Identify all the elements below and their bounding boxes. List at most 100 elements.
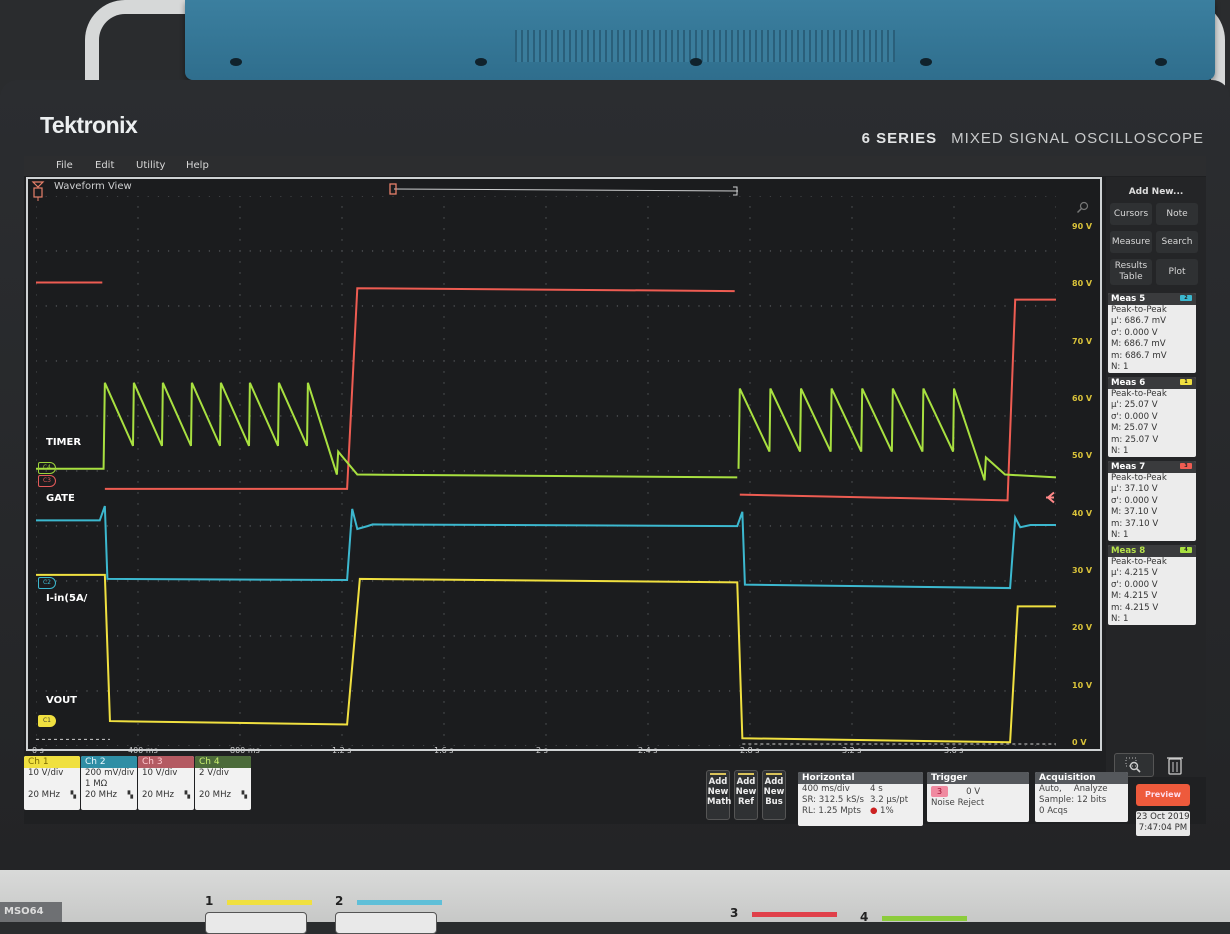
- trash-icon[interactable]: [1166, 755, 1184, 775]
- grid-dot: [320, 415, 323, 417]
- grid-dot: [647, 657, 649, 659]
- menu-help[interactable]: Help: [186, 160, 209, 171]
- ground-marker-c3[interactable]: C3: [38, 475, 56, 487]
- grid-dot: [932, 415, 935, 417]
- measurement-badge[interactable]: Meas 52 Peak-to-Peak µ': 686.7 mV σ': 0.…: [1108, 293, 1196, 374]
- grid-dot: [647, 701, 649, 703]
- ch3-gate-trace: [104, 287, 735, 490]
- grid-dot: [973, 250, 976, 252]
- add-new-math-button[interactable]: Add New Math: [706, 770, 731, 820]
- record-overview-bar[interactable]: [388, 181, 748, 197]
- trigger-mode: Noise Reject: [931, 798, 985, 808]
- waveform-plot[interactable]: [36, 196, 1056, 746]
- date: 23 Oct 2019: [1136, 812, 1190, 822]
- grid-dot: [922, 196, 925, 197]
- grid-dot: [953, 591, 955, 593]
- grid-dot: [371, 250, 374, 252]
- measurement-badge[interactable]: Meas 73 Peak-to-Peak µ': 37.10 V σ': 0.0…: [1108, 461, 1196, 542]
- grid-dot: [402, 415, 404, 417]
- grid-dot: [218, 470, 221, 472]
- grid-dot: [647, 668, 649, 670]
- grid-dot: [851, 316, 853, 318]
- ground-marker-c2[interactable]: C2: [38, 577, 56, 589]
- grid-dot: [443, 415, 445, 417]
- search-button[interactable]: Search: [1156, 231, 1198, 253]
- grid-dot: [667, 305, 670, 307]
- grid-dot: [912, 360, 914, 362]
- grid-dot: [36, 426, 37, 428]
- grid-dot: [453, 470, 455, 472]
- channel-button-2[interactable]: [335, 912, 437, 934]
- grid-dot: [647, 415, 649, 417]
- grid-dot: [157, 196, 160, 197]
- grid-dot: [382, 690, 384, 692]
- trigger-badge[interactable]: Trigger 30 V Noise Reject: [927, 772, 1029, 822]
- preview-button[interactable]: Preview: [1136, 784, 1190, 806]
- grid-dot: [198, 525, 200, 527]
- horizontal-badge[interactable]: Horizontal 400 ms/div 4 s SR: 312.5 kS/s 3…: [798, 772, 923, 826]
- grid-dot: [290, 196, 292, 197]
- channel-badge-2[interactable]: Ch 2 200 mV/div 1 MΩ 20 MHz ▚: [81, 756, 137, 810]
- grid-dot: [790, 580, 792, 582]
- grid-dot: [749, 272, 751, 274]
- grid-dot: [76, 635, 78, 637]
- grid-dot: [371, 415, 374, 417]
- grid-dot: [412, 745, 415, 746]
- plot-button[interactable]: Plot: [1156, 259, 1198, 285]
- cursors-button[interactable]: Cursors: [1110, 203, 1152, 225]
- grid-dot: [1034, 470, 1037, 472]
- grid-dot: [688, 305, 690, 307]
- results-table-button[interactable]: Results Table: [1110, 259, 1152, 285]
- measurement-badge[interactable]: Meas 84 Peak-to-Peak µ': 4.215 V σ': 0.0…: [1108, 545, 1196, 626]
- grid-dot: [351, 250, 353, 252]
- grid-dot: [749, 723, 751, 725]
- grid-dot: [953, 679, 955, 681]
- channel-badge-1[interactable]: Ch 1 10 V/div 20 MHz ▚: [24, 756, 80, 810]
- ground-marker-c4[interactable]: C4: [38, 462, 56, 474]
- grid-dot: [36, 459, 37, 461]
- channel-button-1[interactable]: [205, 912, 307, 934]
- grid-dot: [790, 250, 792, 252]
- grid-dot: [341, 228, 343, 230]
- grid-dot: [36, 393, 37, 395]
- grid-dot: [96, 305, 98, 307]
- grid-dot: [443, 437, 445, 439]
- acquisition-badge[interactable]: Acquisition Auto, Analyze Sample: 12 bits…: [1035, 772, 1128, 822]
- grid-dot: [341, 250, 343, 252]
- grid-dot: [106, 745, 109, 746]
- grid-dot: [65, 580, 68, 582]
- grid-dot: [147, 635, 149, 637]
- grid-dot: [749, 283, 751, 285]
- measurement-channel-chip: 3: [1180, 463, 1192, 469]
- grid-dot: [698, 250, 700, 252]
- grid-dot: [932, 635, 935, 637]
- channel-badge-4[interactable]: Ch 4 2 V/div 20 MHz ▚: [195, 756, 251, 810]
- ground-marker-c1[interactable]: C1: [38, 715, 56, 727]
- grid-dot: [157, 525, 160, 527]
- add-new-ref-button[interactable]: Add New Ref: [734, 770, 758, 820]
- measurement-badge[interactable]: Meas 61 Peak-to-Peak µ': 25.07 V σ': 0.0…: [1108, 377, 1196, 458]
- menu-utility[interactable]: Utility: [136, 160, 165, 171]
- grid-dot: [1045, 196, 1047, 197]
- menu-edit[interactable]: Edit: [95, 160, 114, 171]
- grid-dot: [892, 745, 894, 746]
- grid-dot: [545, 316, 547, 318]
- grid-dot: [341, 360, 343, 362]
- grid-dot: [810, 745, 812, 746]
- waveform-view[interactable]: Waveform View TIMER GATE I-in(5A/VOUT C4 C3 C…: [26, 177, 1102, 755]
- grid-dot: [249, 196, 251, 197]
- grid-dot: [800, 305, 802, 307]
- add-new-bus-button[interactable]: Add New Bus: [762, 770, 786, 820]
- zoom-magnifier-icon[interactable]: [1076, 201, 1090, 215]
- measure-button[interactable]: Measure: [1110, 231, 1152, 253]
- grid-dot: [851, 657, 853, 659]
- menu-file[interactable]: File: [56, 160, 73, 171]
- grid-dot: [76, 470, 78, 472]
- note-button[interactable]: Note: [1156, 203, 1198, 225]
- grid-dot: [45, 635, 47, 637]
- grid-dot: [677, 635, 680, 637]
- channel-badge-3[interactable]: Ch 3 10 V/div 20 MHz ▚: [138, 756, 194, 810]
- grid-dot: [749, 448, 751, 450]
- grid-dot: [65, 745, 68, 746]
- grid-dot: [657, 635, 659, 637]
